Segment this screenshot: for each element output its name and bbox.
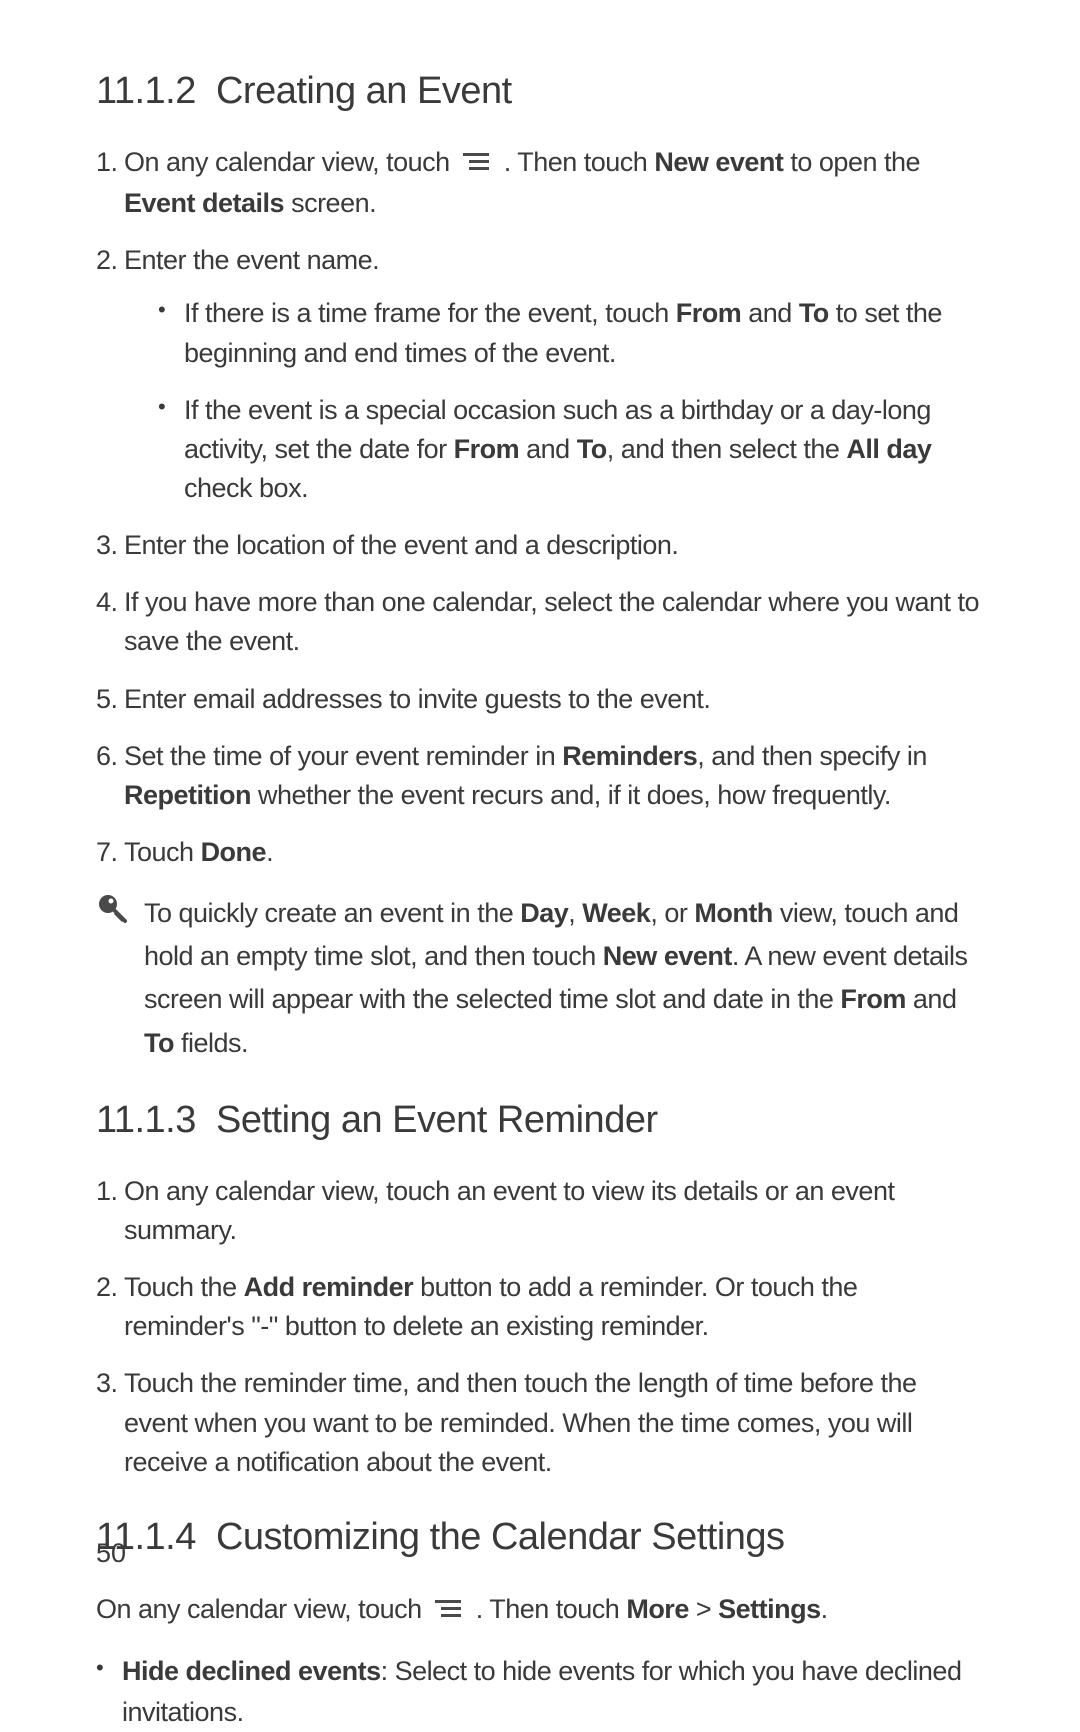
section-title: Customizing the Calendar Settings (216, 1516, 785, 1558)
step-2: Enter the event name. If there is a time… (96, 241, 984, 508)
bold-text: Day (520, 898, 568, 928)
tip-part: To quickly create an event in the (144, 898, 520, 928)
step-1: On any calendar view, touch an event to … (96, 1172, 984, 1250)
section-number: 11.1.3 (96, 1099, 196, 1141)
step-text: whether the event recurs and, if it does… (251, 780, 891, 810)
step-5: Enter email addresses to invite guests t… (96, 680, 984, 719)
lead-part: . Then touch (476, 1594, 627, 1624)
step-text: , and then specify in (697, 741, 927, 771)
step-text: Touch the reminder time, and then touch … (124, 1368, 917, 1476)
tip-part: , or (650, 898, 694, 928)
bold-text: Month (694, 898, 772, 928)
steps-list-create-event: On any calendar view, touch . Then touch… (96, 143, 984, 872)
bold-text: Add reminder (244, 1272, 414, 1302)
step-1: On any calendar view, touch . Then touch… (96, 143, 984, 223)
bold-text: From (840, 984, 906, 1014)
step-text: . (266, 837, 273, 867)
bold-text: Week (582, 898, 650, 928)
bold-text: From (454, 434, 520, 464)
tip-part: , (568, 898, 582, 928)
step-text: If you have more than one calendar, sele… (124, 587, 979, 656)
step-text: Enter the location of the event and a de… (124, 530, 678, 560)
step-2: Touch the Add reminder button to add a r… (96, 1268, 984, 1346)
lead-text: On any calendar view, touch . Then touch… (96, 1589, 984, 1632)
step-text: screen. (284, 188, 376, 218)
sub-text: check box. (184, 473, 308, 503)
step-text: Touch the (124, 1272, 244, 1302)
sub-text: , and then select the (607, 434, 847, 464)
step-text: Touch (124, 837, 201, 867)
bold-text: To (144, 1028, 174, 1058)
section-heading-11-1-4: 11.1.4 Customizing the Calendar Settings (96, 1516, 984, 1559)
tip-icon (96, 894, 128, 926)
tip-block: To quickly create an event in the Day, W… (96, 892, 984, 1065)
bold-text: Settings (718, 1594, 821, 1624)
tip-text: To quickly create an event in the Day, W… (144, 892, 984, 1065)
bold-text: To (799, 298, 829, 328)
step-text: . Then touch (504, 147, 655, 177)
bold-text: To (577, 434, 607, 464)
sub-text: and (741, 298, 799, 328)
list-item: Hide declined events: Select to hide eve… (96, 1651, 984, 1732)
tip-icon-wrap (96, 892, 144, 931)
bold-text: Reminders (562, 741, 697, 771)
sub-list: If there is a time frame for the event, … (124, 294, 984, 508)
menu-icon (435, 1591, 463, 1632)
steps-list-set-reminder: On any calendar view, touch an event to … (96, 1172, 984, 1482)
lead-part: . (821, 1594, 828, 1624)
sub-text: and (519, 434, 577, 464)
bold-text: Repetition (124, 780, 251, 810)
bold-text: Hide declined events (122, 1656, 381, 1686)
section-heading-11-1-2: 11.1.2 Creating an Event (96, 70, 984, 113)
page-number: 50 (96, 1538, 126, 1569)
step-text: On any calendar view, touch (124, 147, 457, 177)
step-7: Touch Done. (96, 833, 984, 872)
lead-part: On any calendar view, touch (96, 1594, 429, 1624)
step-3: Enter the location of the event and a de… (96, 526, 984, 565)
step-4: If you have more than one calendar, sele… (96, 583, 984, 661)
bold-text: Event details (124, 188, 284, 218)
bold-text: New event (654, 147, 783, 177)
bold-text: From (676, 298, 742, 328)
sub-text: If there is a time frame for the event, … (184, 298, 676, 328)
section-title: Setting an Event Reminder (216, 1099, 658, 1141)
lead-part: > (689, 1594, 718, 1624)
settings-list: Hide declined events: Select to hide eve… (96, 1651, 984, 1732)
bold-text: New event (603, 941, 732, 971)
sub-item: If there is a time frame for the event, … (158, 294, 984, 372)
sub-item: If the event is a special occasion such … (158, 391, 984, 508)
step-text: to open the (783, 147, 920, 177)
step-6: Set the time of your event reminder in R… (96, 737, 984, 815)
menu-icon (463, 145, 491, 184)
section-heading-11-1-3: 11.1.3 Setting an Event Reminder (96, 1099, 984, 1142)
step-3: Touch the reminder time, and then touch … (96, 1364, 984, 1481)
step-text: Enter the event name. (124, 245, 379, 275)
bold-text: More (626, 1594, 689, 1624)
bold-text: Done (201, 837, 267, 867)
tip-part: and (906, 984, 957, 1014)
section-title: Creating an Event (216, 70, 512, 112)
step-text: On any calendar view, touch an event to … (124, 1176, 894, 1245)
document-page: 11.1.2 Creating an Event On any calendar… (0, 0, 1080, 1617)
tip-part: fields. (174, 1028, 248, 1058)
step-text: Enter email addresses to invite guests t… (124, 684, 710, 714)
section-number: 11.1.2 (96, 70, 196, 112)
bold-text: All day (846, 434, 931, 464)
step-text: Set the time of your event reminder in (124, 741, 562, 771)
